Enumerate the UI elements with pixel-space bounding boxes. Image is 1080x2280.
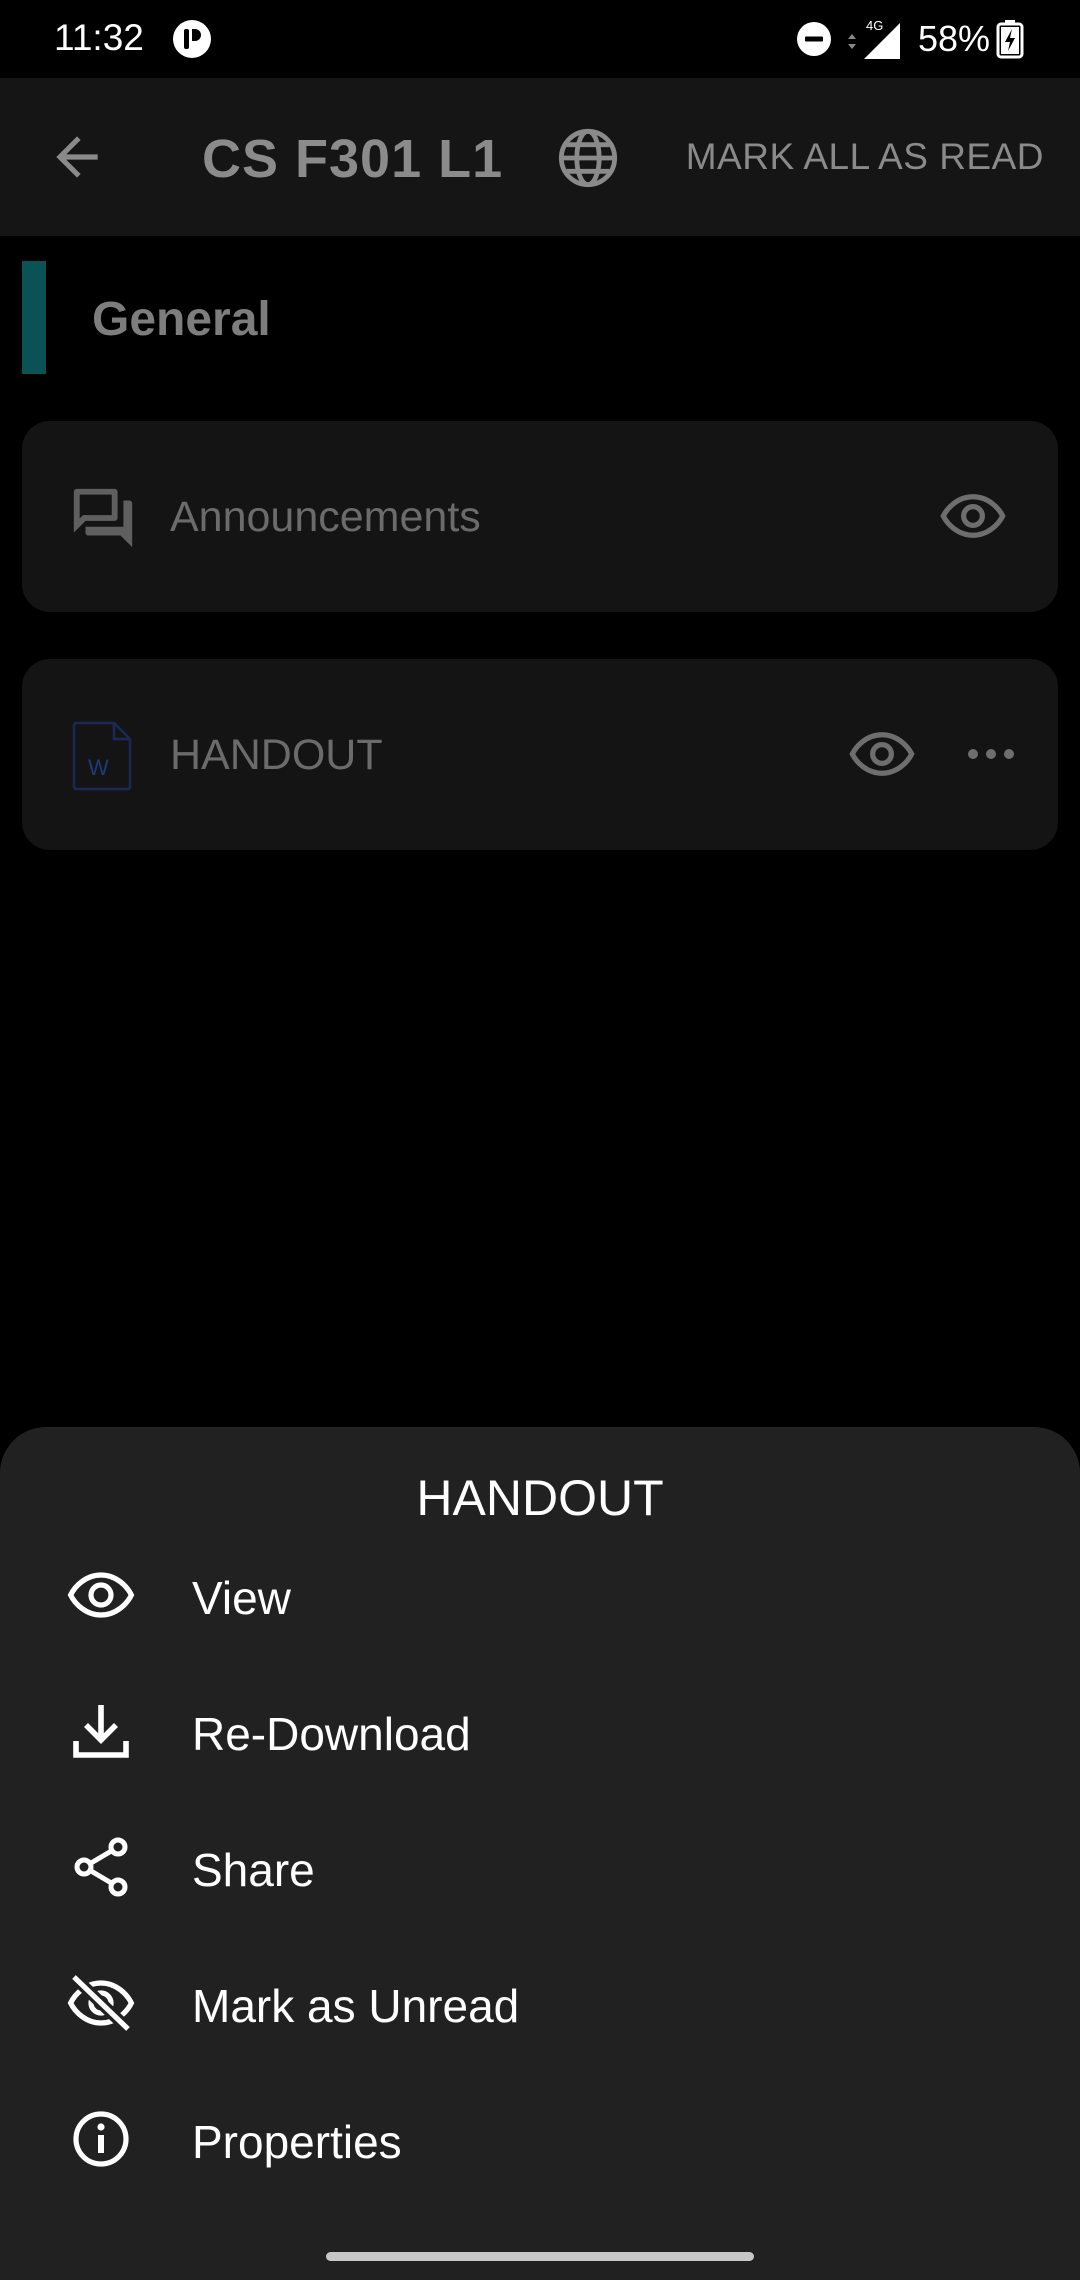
- section-accent-bar: [22, 261, 46, 374]
- menu-item-view[interactable]: View: [0, 1527, 1080, 1663]
- list-item-label: HANDOUT: [170, 731, 383, 779]
- status-icons: 4G 58%: [796, 16, 1024, 62]
- do-not-disturb-icon: [796, 22, 831, 56]
- menu-item-share[interactable]: Share: [0, 1799, 1080, 1935]
- app-bar: CS F301 L1 MARK ALL AS READ: [0, 78, 1080, 236]
- download-icon: [73, 1705, 129, 1758]
- menu-item-label: Share: [192, 1844, 315, 1896]
- menu-item-properties[interactable]: Properties: [0, 2071, 1080, 2207]
- sheet-title: HANDOUT: [416, 1470, 664, 1526]
- gesture-nav-handle[interactable]: [326, 2252, 754, 2261]
- eye-icon[interactable]: [849, 731, 915, 777]
- section-title: General: [92, 293, 271, 346]
- page-title: CS F301 L1: [202, 129, 504, 189]
- menu-item-re-download[interactable]: Re-Download: [0, 1663, 1080, 1799]
- menu-item-label: View: [192, 1572, 291, 1624]
- menu-item-label: Properties: [192, 2116, 402, 2168]
- more-horizontal-icon[interactable]: [963, 731, 1019, 777]
- list-item-handout[interactable]: W HANDOUT: [22, 659, 1058, 850]
- menu-item-label: Re-Download: [192, 1708, 471, 1760]
- signal-icon: 4G: [847, 18, 900, 59]
- word-document-icon: W: [72, 721, 132, 791]
- network-type-label: 4G: [866, 18, 883, 33]
- list-item-announcements[interactable]: Announcements: [22, 421, 1058, 612]
- eye-icon[interactable]: [940, 493, 1006, 539]
- bottom-sheet: HANDOUT View Re-Download Share Mark as U…: [0, 1427, 1080, 2280]
- forum-icon: [73, 488, 133, 548]
- battery-percentage: 58%: [917, 18, 990, 59]
- globe-icon[interactable]: [556, 126, 620, 190]
- eye-off-icon: [67, 1973, 135, 2033]
- list-item-label: Announcements: [170, 493, 481, 541]
- battery-charging-icon: [996, 20, 1024, 59]
- status-bar: 11:32 4G 58%: [0, 0, 1080, 78]
- app-notification-icon: [173, 20, 211, 58]
- status-time: 11:32: [54, 17, 144, 58]
- info-icon: [73, 2111, 129, 2167]
- mark-all-as-read-button[interactable]: MARK ALL AS READ: [686, 136, 1044, 178]
- menu-item-mark-as-unread[interactable]: Mark as Unread: [0, 1935, 1080, 2071]
- menu-item-label: Mark as Unread: [192, 1980, 520, 2032]
- arrow-back-icon[interactable]: [46, 126, 108, 188]
- eye-icon: [67, 1572, 135, 1618]
- share-icon: [74, 1837, 128, 1897]
- file-type-badge: W: [88, 755, 109, 780]
